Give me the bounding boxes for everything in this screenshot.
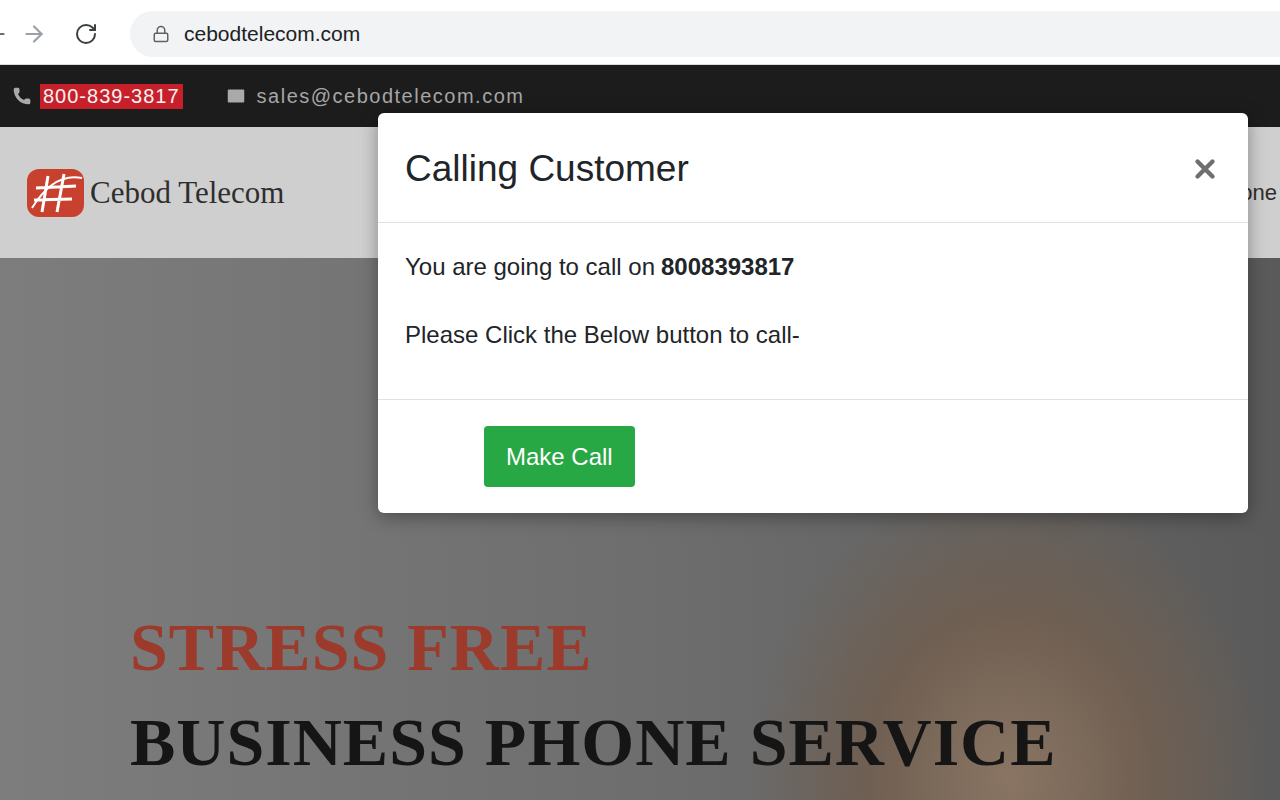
make-call-button[interactable]: Make Call [484, 426, 635, 487]
call-message: You are going to call on8008393817 [405, 253, 1221, 281]
logo-text: Cebod Telecom [90, 175, 284, 211]
mail-icon [225, 85, 247, 107]
hero-headline: STRESS FREE [130, 600, 1280, 695]
dialog-title: Calling Customer [405, 148, 689, 190]
email-address: sales@cebodtelecom.com [257, 85, 525, 108]
phone-number: 800-839-3817 [40, 84, 183, 109]
arrow-left-icon [0, 21, 8, 47]
dialog-body: You are going to call on8008393817 Please… [378, 223, 1248, 400]
dialog-header: Calling Customer [378, 113, 1248, 223]
arrow-right-icon [21, 21, 47, 47]
url-text: cebodtelecom.com [184, 22, 360, 46]
address-bar[interactable]: cebodtelecom.com [130, 11, 1280, 57]
call-instruction: Please Click the Below button to call- [405, 321, 1221, 349]
page: cebodtelecom.com 800-839-3817 sales@cebodt… [0, 0, 1280, 800]
logo-icon [26, 168, 86, 218]
lock-icon [152, 25, 170, 43]
browser-toolbar: cebodtelecom.com [0, 0, 1280, 65]
call-dialog: Calling Customer You are going to call on… [378, 113, 1248, 513]
phone-icon [12, 86, 32, 106]
reload-button[interactable] [60, 14, 112, 54]
hero-subheadline: BUSINESS PHONE SERVICE [130, 695, 1280, 790]
reload-icon [74, 22, 98, 46]
email-link[interactable]: sales@cebodtelecom.com [225, 85, 525, 108]
close-button[interactable] [1190, 154, 1220, 184]
dialog-footer: Make Call [378, 400, 1248, 513]
call-number: 8008393817 [661, 253, 794, 280]
forward-button[interactable] [8, 14, 60, 54]
logo[interactable]: Cebod Telecom [26, 168, 284, 218]
phone-link[interactable]: 800-839-3817 [12, 84, 183, 109]
back-button[interactable] [0, 14, 8, 54]
close-icon [1190, 154, 1220, 184]
